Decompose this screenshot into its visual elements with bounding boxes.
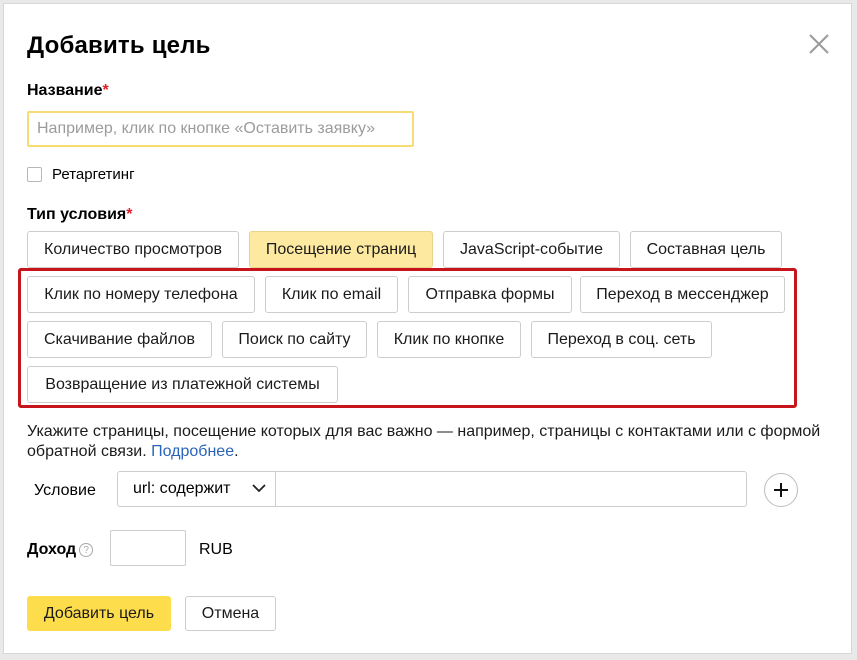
condition-select[interactable]: url: содержит [117, 471, 277, 507]
cancel-button[interactable]: Отмена [185, 596, 276, 631]
type-phone-click-button[interactable]: Клик по номеру телефона [27, 276, 255, 313]
goal-name-input[interactable] [27, 111, 414, 147]
type-file-download-button[interactable]: Скачивание файлов [27, 321, 212, 358]
type-button-click-button[interactable]: Клик по кнопке [377, 321, 521, 358]
condition-value-input[interactable] [275, 471, 747, 507]
close-icon[interactable] [807, 32, 831, 56]
checkbox-box[interactable] [27, 167, 42, 182]
add-goal-button[interactable]: Добавить цель [27, 596, 171, 631]
type-payment-return-button[interactable]: Возвращение из платежной системы [27, 366, 338, 403]
type-social-button[interactable]: Переход в соц. сеть [531, 321, 712, 358]
condition-type-label: Тип условия* [27, 206, 133, 223]
type-pageviews-button[interactable]: Количество просмотров [27, 231, 239, 268]
condition-label: Условие [34, 482, 96, 499]
income-label: Доход ? [27, 541, 94, 559]
name-label: Название* [27, 82, 109, 99]
add-condition-button[interactable] [764, 473, 798, 507]
type-js-event-button[interactable]: JavaScript-событие [443, 231, 620, 268]
chevron-down-icon [252, 484, 266, 493]
add-goal-dialog: Добавить цель Название* Ретаргетинг Тип … [3, 3, 852, 654]
type-site-search-button[interactable]: Поиск по сайту [222, 321, 367, 358]
help-icon[interactable]: ? [79, 543, 94, 557]
type-form-submit-button[interactable]: Отправка формы [408, 276, 572, 313]
type-email-click-button[interactable]: Клик по email [265, 276, 398, 313]
type-composite-goal-button[interactable]: Составная цель [630, 231, 782, 268]
retargeting-label: Ретаргетинг [52, 166, 135, 183]
hint-text: Укажите страницы, посещение которых для … [27, 423, 821, 460]
more-link[interactable]: Подробнее [151, 443, 234, 460]
required-mark: * [126, 206, 133, 223]
income-input[interactable] [110, 530, 186, 566]
required-mark: * [102, 82, 109, 99]
type-page-visit-button[interactable]: Посещение страниц [249, 231, 433, 268]
plus-icon [774, 483, 788, 497]
condition-select-value: url: содержит [133, 480, 231, 497]
type-messenger-button[interactable]: Переход в мессенджер [580, 276, 785, 313]
retargeting-checkbox[interactable]: Ретаргетинг [27, 166, 135, 183]
dialog-title: Добавить цель [27, 32, 211, 59]
currency-label: RUB [199, 541, 233, 558]
